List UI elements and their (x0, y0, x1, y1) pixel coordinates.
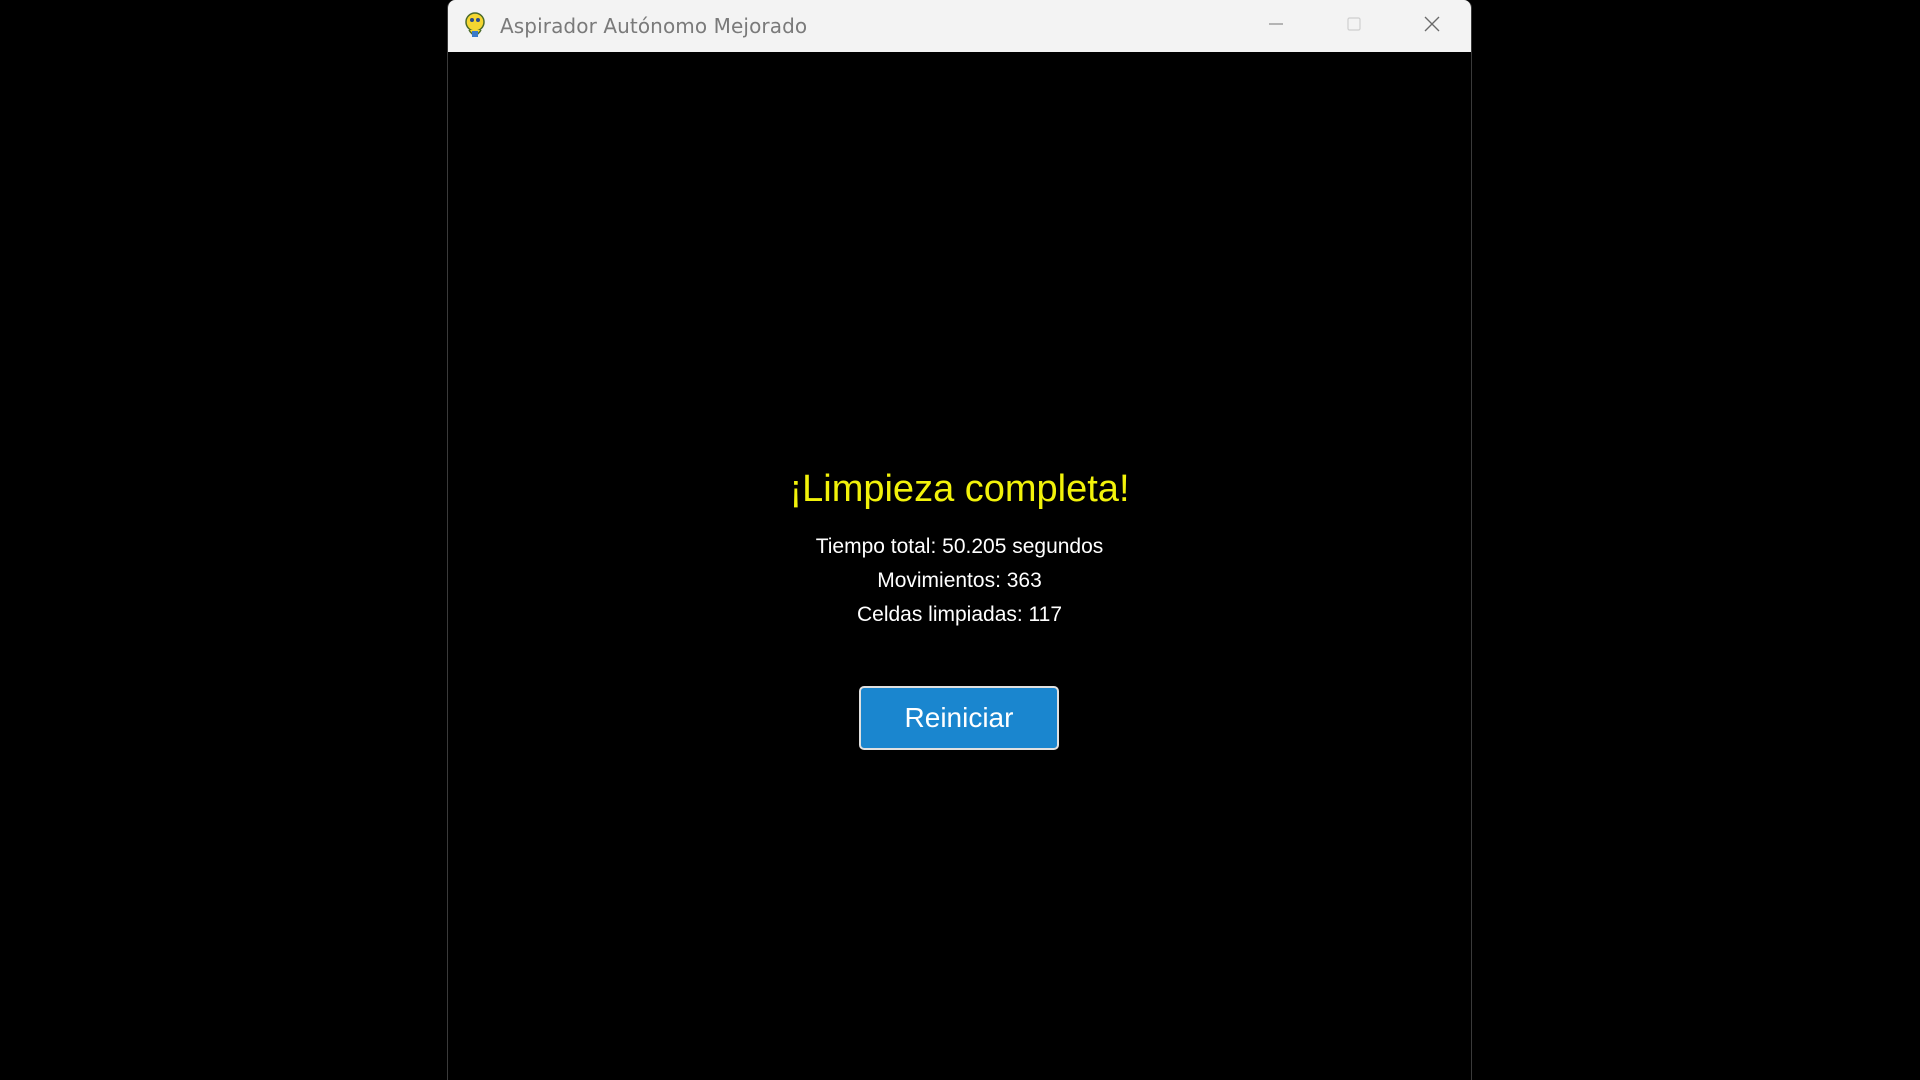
title-bar[interactable]: Aspirador Autónomo Mejorado (448, 0, 1471, 52)
maximize-icon (1346, 16, 1362, 37)
moves-stat: Movimientos: 363 (877, 569, 1042, 592)
game-canvas[interactable]: ¡Limpieza completa! Tiempo total: 50.205… (448, 52, 1471, 1080)
window-title: Aspirador Autónomo Mejorado (500, 14, 808, 38)
window-controls (1237, 0, 1471, 52)
maximize-button[interactable] (1315, 0, 1393, 52)
minimize-icon (1268, 16, 1284, 37)
close-icon (1423, 15, 1441, 38)
cleaned-cells-stat: Celdas limpiadas: 117 (856, 603, 1063, 626)
pygame-snake-icon (462, 12, 488, 40)
minimize-button[interactable] (1237, 0, 1315, 52)
restart-button[interactable]: Reiniciar (859, 686, 1059, 750)
app-window: Aspirador Autónomo Mejorado ¡Limpieza co… (447, 0, 1472, 1080)
completion-headline: ¡Limpieza completa! (789, 468, 1130, 510)
close-button[interactable] (1393, 0, 1471, 52)
total-time-stat: Tiempo total: 50.205 segundos (815, 535, 1104, 558)
